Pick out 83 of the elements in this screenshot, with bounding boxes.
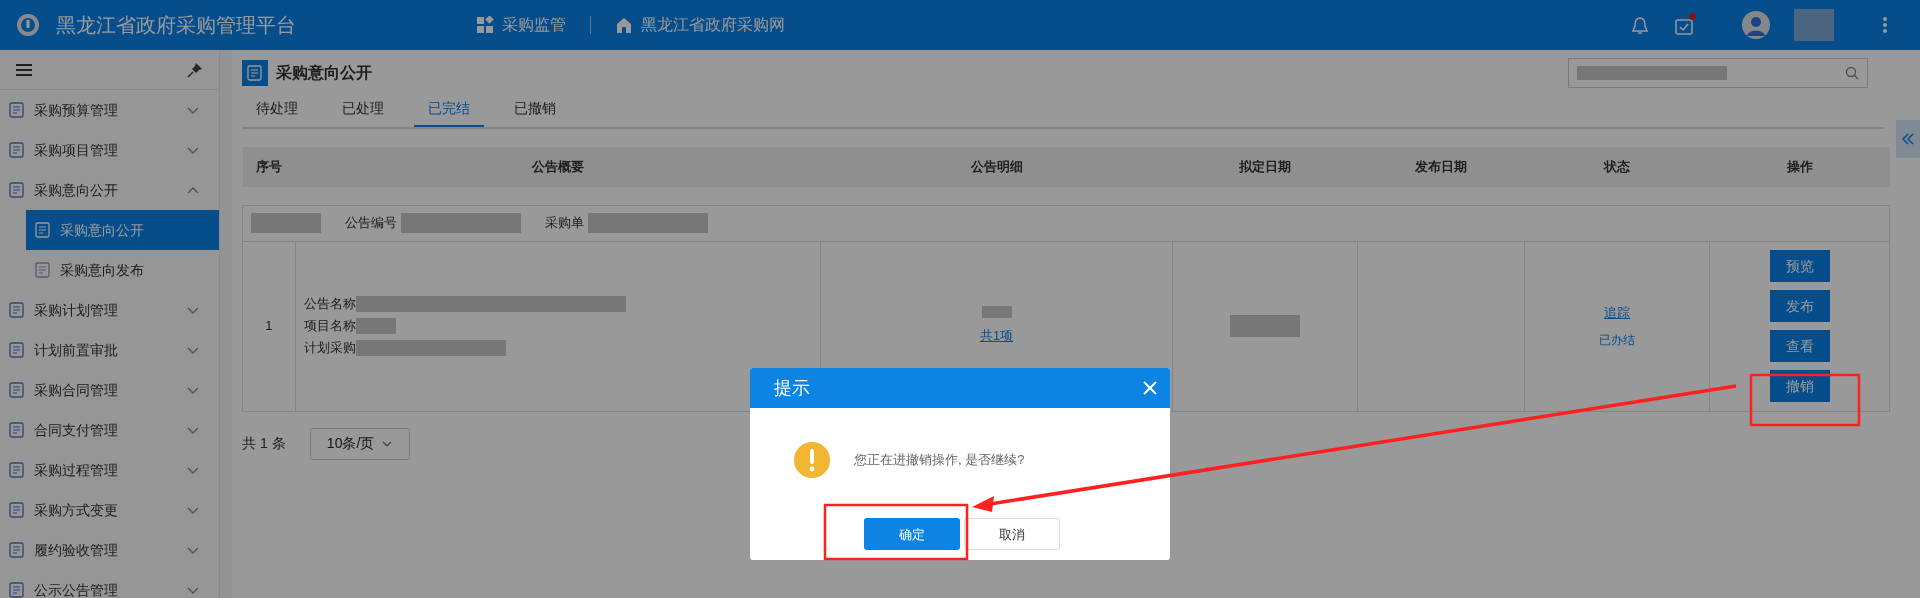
table-cell: 1 bbox=[242, 241, 296, 411]
tab[interactable]: 已处理 bbox=[328, 92, 398, 127]
blurred-name bbox=[1794, 9, 1834, 41]
document-icon bbox=[8, 381, 26, 399]
column-header: 公告明细 bbox=[820, 147, 1173, 187]
bell-icon bbox=[1630, 15, 1650, 36]
sidebar-item[interactable]: 计划前置审批 bbox=[0, 330, 219, 370]
blurred-text bbox=[355, 318, 396, 334]
document-icon bbox=[8, 301, 26, 319]
dialog-message: 您正在进撤销操作, 是否继续? bbox=[854, 451, 1025, 470]
sidebar-item[interactable]: 合同支付管理 bbox=[0, 410, 219, 450]
detail-link[interactable]: 共1项 bbox=[979, 328, 1014, 344]
caret-icon bbox=[382, 439, 393, 448]
document-icon bbox=[34, 261, 52, 279]
sidebar-item[interactable]: 采购合同管理 bbox=[0, 370, 219, 410]
tab[interactable]: 已完结 bbox=[414, 92, 484, 127]
sidebar-item[interactable]: 采购预算管理 bbox=[0, 90, 219, 130]
cancel-button[interactable]: 取消 bbox=[964, 518, 1060, 550]
confirm-button[interactable]: 确定 bbox=[864, 518, 960, 550]
action-button[interactable]: 查看 bbox=[1769, 330, 1830, 362]
column-header: 公告概要 bbox=[295, 147, 821, 187]
tab[interactable]: 已撤销 bbox=[500, 92, 570, 127]
search-icon bbox=[1845, 66, 1859, 80]
sidebar-item[interactable]: 采购方式变更 bbox=[0, 490, 219, 530]
submenu-item[interactable]: 采购意向公开 bbox=[26, 210, 219, 250]
status-text: 已办结 bbox=[1598, 331, 1637, 349]
total-count: 共 1 条 bbox=[242, 434, 286, 453]
document-icon bbox=[8, 581, 26, 598]
document-icon bbox=[8, 141, 26, 159]
sidebar-item[interactable]: 履约验收管理 bbox=[0, 530, 219, 570]
sidebar-item[interactable]: 采购过程管理 bbox=[0, 450, 219, 490]
document-icon bbox=[8, 461, 26, 479]
pin-icon bbox=[187, 61, 203, 78]
sidebar-item[interactable]: 采购项目管理 bbox=[0, 130, 219, 170]
menu-icon bbox=[16, 61, 32, 78]
field-label: 公告编号 bbox=[345, 214, 397, 230]
close-icon bbox=[1142, 380, 1158, 396]
document-icon bbox=[34, 221, 52, 239]
document-icon bbox=[8, 341, 26, 359]
more-icon bbox=[1882, 16, 1888, 34]
field-label: 采购单 bbox=[545, 214, 584, 230]
track-link[interactable]: 追踪 bbox=[1526, 303, 1709, 323]
sidebar-item[interactable]: 采购计划管理 bbox=[0, 290, 219, 330]
page-title: 采购意向公开 bbox=[276, 63, 372, 83]
search-field[interactable] bbox=[1568, 58, 1868, 88]
tab[interactable]: 待处理 bbox=[242, 92, 312, 127]
close-button[interactable] bbox=[1142, 380, 1158, 396]
emblem-icon bbox=[16, 13, 40, 37]
grid-icon bbox=[476, 16, 494, 34]
submenu-item[interactable]: 采购意向发布 bbox=[26, 250, 219, 290]
sidebar-item[interactable]: 采购意向公开 bbox=[0, 170, 219, 210]
home-icon bbox=[615, 16, 633, 34]
document-icon bbox=[8, 541, 26, 559]
sidebar-item[interactable]: 公示公告管理 bbox=[0, 570, 219, 598]
warning-icon bbox=[794, 442, 830, 478]
avatar[interactable] bbox=[1742, 11, 1770, 39]
app-title: 黑龙江省政府采购管理平台 bbox=[56, 13, 296, 38]
action-button[interactable]: 发布 bbox=[1769, 290, 1830, 322]
column-header: 发布日期 bbox=[1357, 147, 1525, 187]
dialog-title: 提示 bbox=[774, 376, 810, 400]
column-header: 拟定日期 bbox=[1172, 147, 1358, 187]
blurred-text bbox=[251, 213, 321, 234]
document-icon bbox=[8, 101, 26, 119]
nav-link[interactable]: 黑龙江省政府采购网 bbox=[615, 13, 785, 37]
blurred-text bbox=[1230, 315, 1301, 337]
document-icon bbox=[8, 181, 26, 199]
page-icon bbox=[242, 60, 268, 86]
document-icon bbox=[8, 501, 26, 519]
blurred-text bbox=[981, 306, 1012, 319]
field-label: 计划采购 bbox=[303, 339, 356, 358]
document-icon bbox=[8, 421, 26, 439]
field-label: 公告名称 bbox=[303, 295, 356, 314]
column-header: 状态 bbox=[1524, 147, 1710, 187]
page-size-select[interactable]: 10条/页 bbox=[309, 427, 410, 460]
tasks-button[interactable] bbox=[1674, 13, 1694, 37]
action-button[interactable]: 预览 bbox=[1769, 250, 1830, 282]
column-header: 操作 bbox=[1709, 147, 1890, 187]
action-button[interactable]: 撤销 bbox=[1769, 370, 1830, 402]
column-header: 序号 bbox=[242, 147, 296, 187]
double-chevron-icon bbox=[1901, 133, 1915, 145]
collapse-button[interactable] bbox=[1896, 120, 1920, 158]
field-label: 项目名称 bbox=[303, 317, 356, 336]
nav-link[interactable]: 采购监管 bbox=[476, 13, 566, 37]
